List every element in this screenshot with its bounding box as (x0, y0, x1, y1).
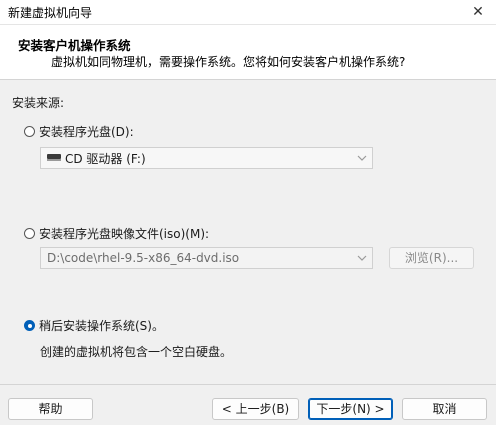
browse-button[interactable]: 浏览(R)... (389, 247, 474, 269)
iso-path-value: D:\code\rhel-9.5-x86_64-dvd.iso (47, 251, 240, 265)
radio-disc[interactable] (24, 126, 35, 137)
radio-disc-label[interactable]: 安装程序光盘(D): (39, 123, 134, 140)
radio-disc-option[interactable]: 安装程序光盘(D): (24, 123, 134, 140)
cd-drive-select[interactable]: CD 驱动器 (F:) (40, 147, 373, 169)
next-button[interactable]: 下一步(N) > (308, 398, 393, 420)
radio-iso-option[interactable]: 安装程序光盘映像文件(iso)(M): (24, 225, 209, 242)
radio-later-option[interactable]: 稍后安装操作系统(S)。 (24, 317, 164, 334)
back-button[interactable]: < 上一步(B) (212, 398, 299, 420)
wizard-header: 安装客户机操作系统 虚拟机如同物理机，需要操作系统。您将如何安装客户机操作系统? (0, 25, 496, 80)
radio-iso-label[interactable]: 安装程序光盘映像文件(iso)(M): (39, 225, 209, 242)
later-description: 创建的虚拟机将包含一个空白硬盘。 (40, 345, 233, 359)
cancel-button[interactable]: 取消 (402, 398, 487, 420)
title-bar: 新建虚拟机向导 ✕ (0, 0, 496, 25)
radio-later-label[interactable]: 稍后安装操作系统(S)。 (39, 317, 164, 334)
radio-iso[interactable] (24, 228, 35, 239)
install-source-label: 安装来源: (12, 96, 65, 110)
cd-drive-value: CD 驱动器 (F:) (65, 151, 146, 166)
help-button[interactable]: 帮助 (8, 398, 93, 420)
window-title: 新建虚拟机向导 (8, 6, 93, 20)
page-title: 安装客户机操作系统 (18, 38, 131, 53)
cd-drive-icon (47, 154, 61, 162)
radio-later[interactable] (24, 320, 35, 331)
chevron-down-icon[interactable] (352, 148, 372, 168)
iso-path-select[interactable]: D:\code\rhel-9.5-x86_64-dvd.iso (40, 247, 373, 269)
chevron-down-icon[interactable] (352, 248, 372, 268)
close-icon[interactable]: ✕ (460, 0, 496, 24)
page-subtitle: 虚拟机如同物理机，需要操作系统。您将如何安装客户机操作系统? (51, 55, 406, 69)
footer-divider (0, 384, 496, 385)
